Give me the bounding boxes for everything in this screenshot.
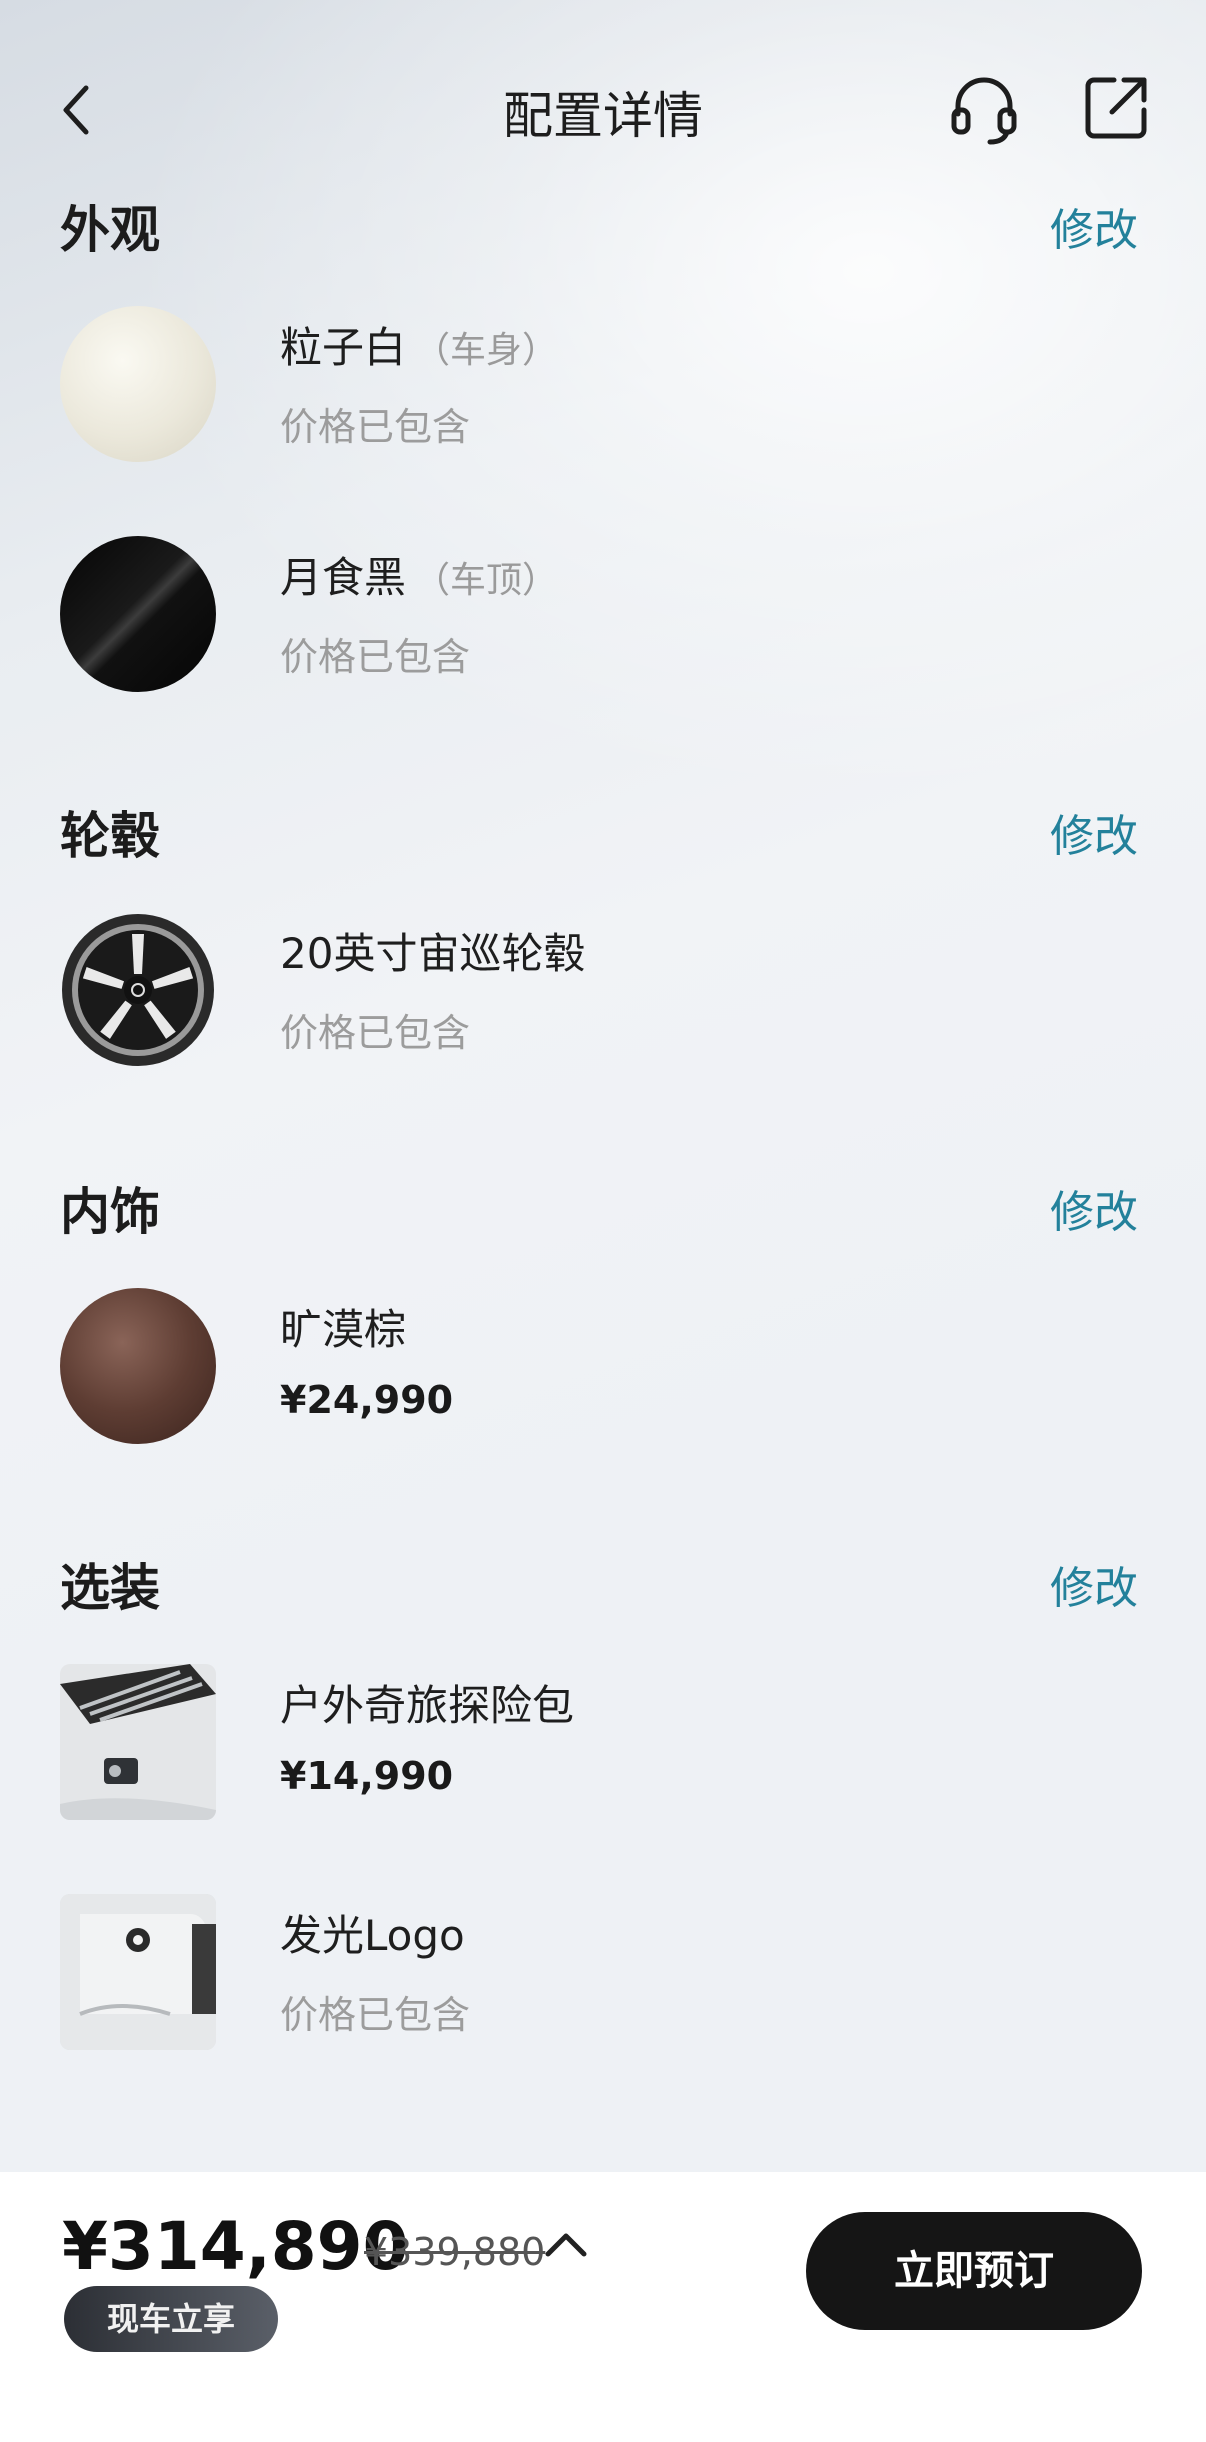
item-price: ¥14,990 [280, 1754, 454, 1798]
share-external-icon [1085, 77, 1147, 139]
header: 配置详情 [0, 60, 1206, 150]
list-item-adventure-pack[interactable]: 户外奇旅探险包 ¥14,990 [60, 1664, 1140, 1824]
promo-badge: 现车立享 [64, 2286, 278, 2352]
list-item-roof-color[interactable]: 月食黑 （车顶） 价格已包含 [60, 536, 1140, 696]
price-details-toggle[interactable] [540, 2220, 592, 2272]
section-title-options: 选装 [60, 1559, 160, 1617]
headset-icon [951, 77, 1017, 145]
adventure-pack-image [60, 1664, 216, 1820]
list-item-glowing-logo[interactable]: 发光Logo 价格已包含 [60, 1894, 1140, 2054]
edit-options-link[interactable]: 修改 [1050, 1552, 1138, 1616]
item-price: ¥24,990 [280, 1378, 454, 1422]
total-price: ¥314,890 [62, 2208, 409, 2285]
section-title-interior: 内饰 [60, 1183, 160, 1241]
edit-wheels-link[interactable]: 修改 [1050, 800, 1138, 864]
item-price: 价格已包含 [280, 1993, 471, 2037]
item-price: 价格已包含 [280, 405, 471, 449]
body-color-swatch [60, 306, 216, 462]
section-title-wheels: 轮毂 [60, 807, 160, 865]
list-item-interior[interactable]: 旷漠棕 ¥24,990 [60, 1288, 1140, 1448]
customer-service-button[interactable] [946, 70, 1022, 146]
item-name: 月食黑 [280, 553, 407, 602]
interior-color-swatch [60, 1288, 216, 1444]
bottom-bar: ¥314,890 ¥339,880 现车立享 立即预订 [0, 2172, 1206, 2442]
glowing-logo-image [60, 1894, 216, 2050]
list-item-body-color[interactable]: 粒子白 （车身） 价格已包含 [60, 306, 1140, 466]
item-note: （车身） [414, 330, 559, 371]
item-name: 粒子白 [280, 323, 407, 372]
item-price: 价格已包含 [280, 1011, 471, 1055]
item-price: 价格已包含 [280, 635, 471, 679]
wheel-icon [62, 914, 214, 1066]
item-name: 发光Logo [280, 1911, 465, 1960]
item-name: 20英寸宙巡轮毂 [280, 929, 586, 978]
item-name: 户外奇旅探险包 [280, 1681, 575, 1730]
car-logo-icon [60, 1894, 216, 2050]
roof-rack-icon [60, 1664, 216, 1820]
page-title: 配置详情 [503, 87, 703, 145]
item-name: 旷漠棕 [280, 1305, 407, 1354]
reserve-button[interactable]: 立即预订 [806, 2212, 1142, 2330]
list-item-wheels[interactable]: 20英寸宙巡轮毂 价格已包含 [60, 912, 1140, 1072]
wheel-image [60, 912, 216, 1068]
roof-color-swatch [60, 536, 216, 692]
share-button[interactable] [1080, 72, 1152, 144]
edit-interior-link[interactable]: 修改 [1050, 1176, 1138, 1240]
chevron-up-icon [545, 2233, 587, 2257]
item-note: （车顶） [414, 560, 559, 601]
section-title-exterior: 外观 [60, 201, 160, 259]
edit-exterior-link[interactable]: 修改 [1050, 194, 1138, 258]
original-price: ¥339,880 [364, 2230, 546, 2274]
